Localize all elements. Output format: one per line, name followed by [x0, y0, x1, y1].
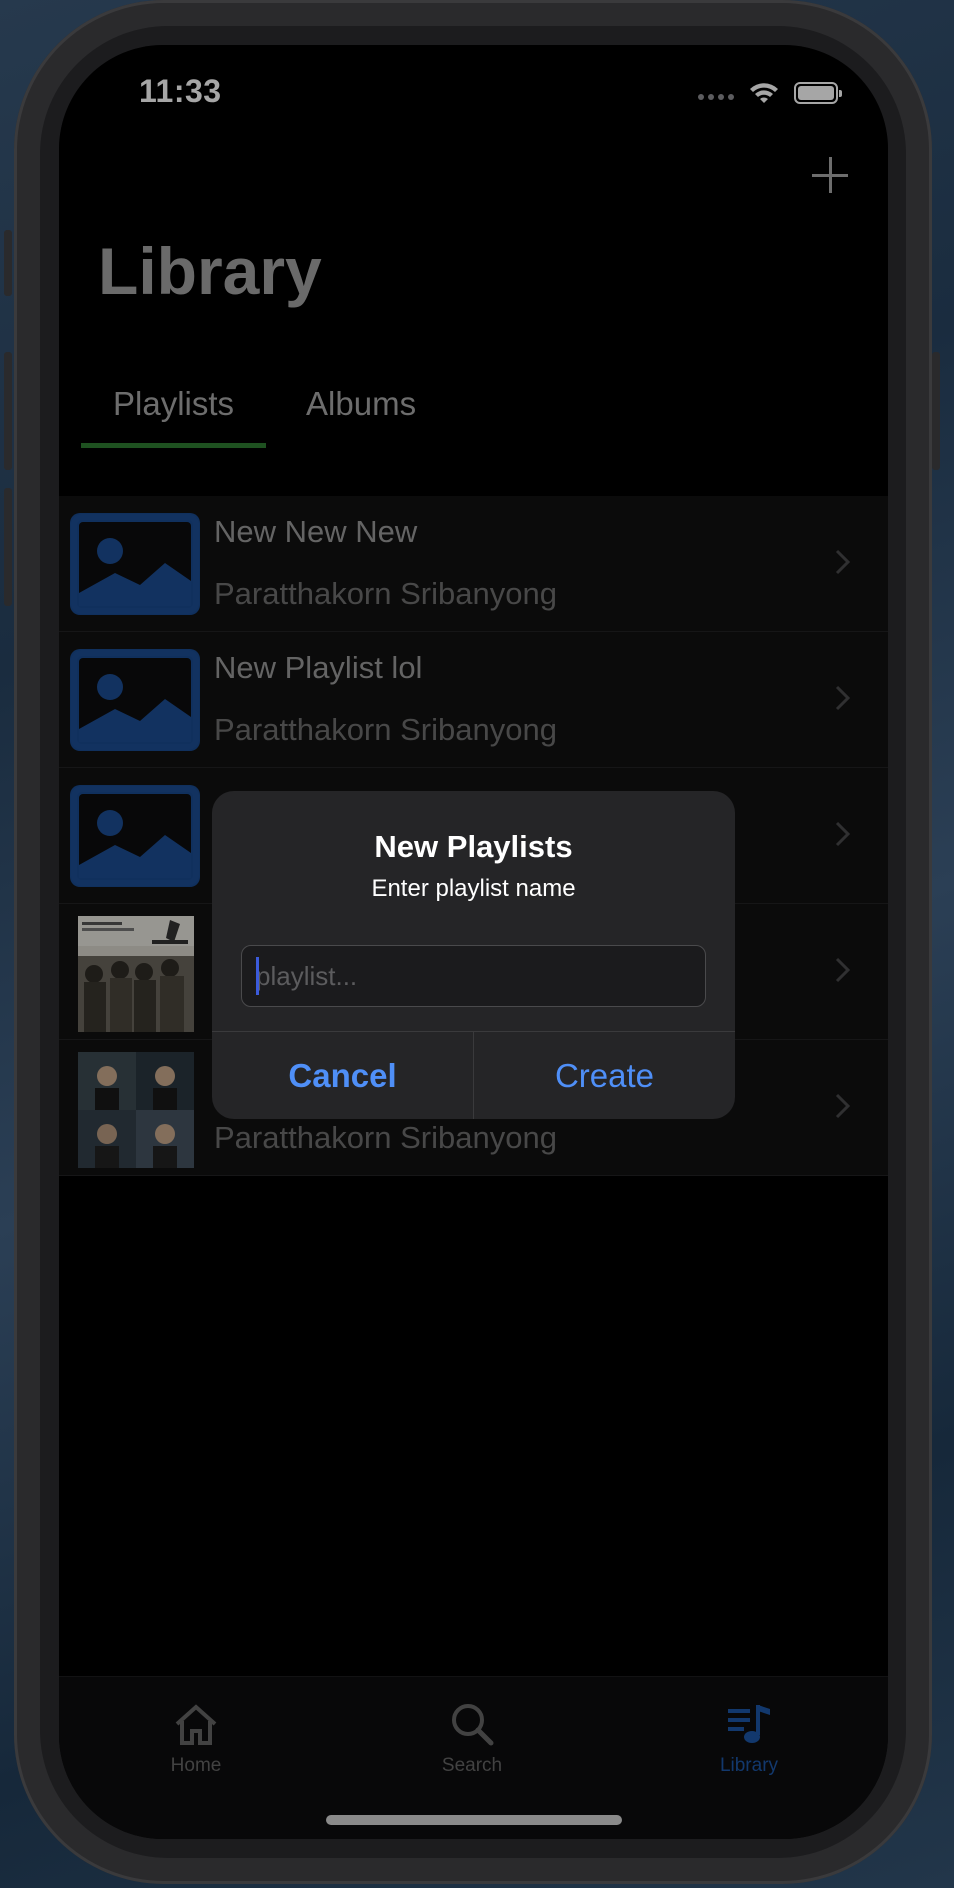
volume-up-button — [4, 352, 12, 470]
playlist-name-input[interactable] — [241, 945, 706, 1007]
phone-screen: 11:33 Library Playlists Albums New New N — [59, 45, 888, 1839]
volume-down-button — [4, 488, 12, 606]
mute-switch — [4, 230, 12, 296]
power-button — [932, 352, 940, 470]
cancel-button[interactable]: Cancel — [212, 1032, 474, 1119]
alert-button-row: Cancel Create — [212, 1031, 735, 1119]
create-button[interactable]: Create — [474, 1032, 735, 1119]
home-indicator[interactable] — [326, 1815, 622, 1825]
text-cursor — [256, 957, 259, 995]
new-playlist-alert: New Playlists Enter playlist name Cancel… — [212, 791, 735, 1119]
alert-message: Enter playlist name — [371, 875, 576, 902]
alert-title: New Playlists — [374, 829, 573, 864]
